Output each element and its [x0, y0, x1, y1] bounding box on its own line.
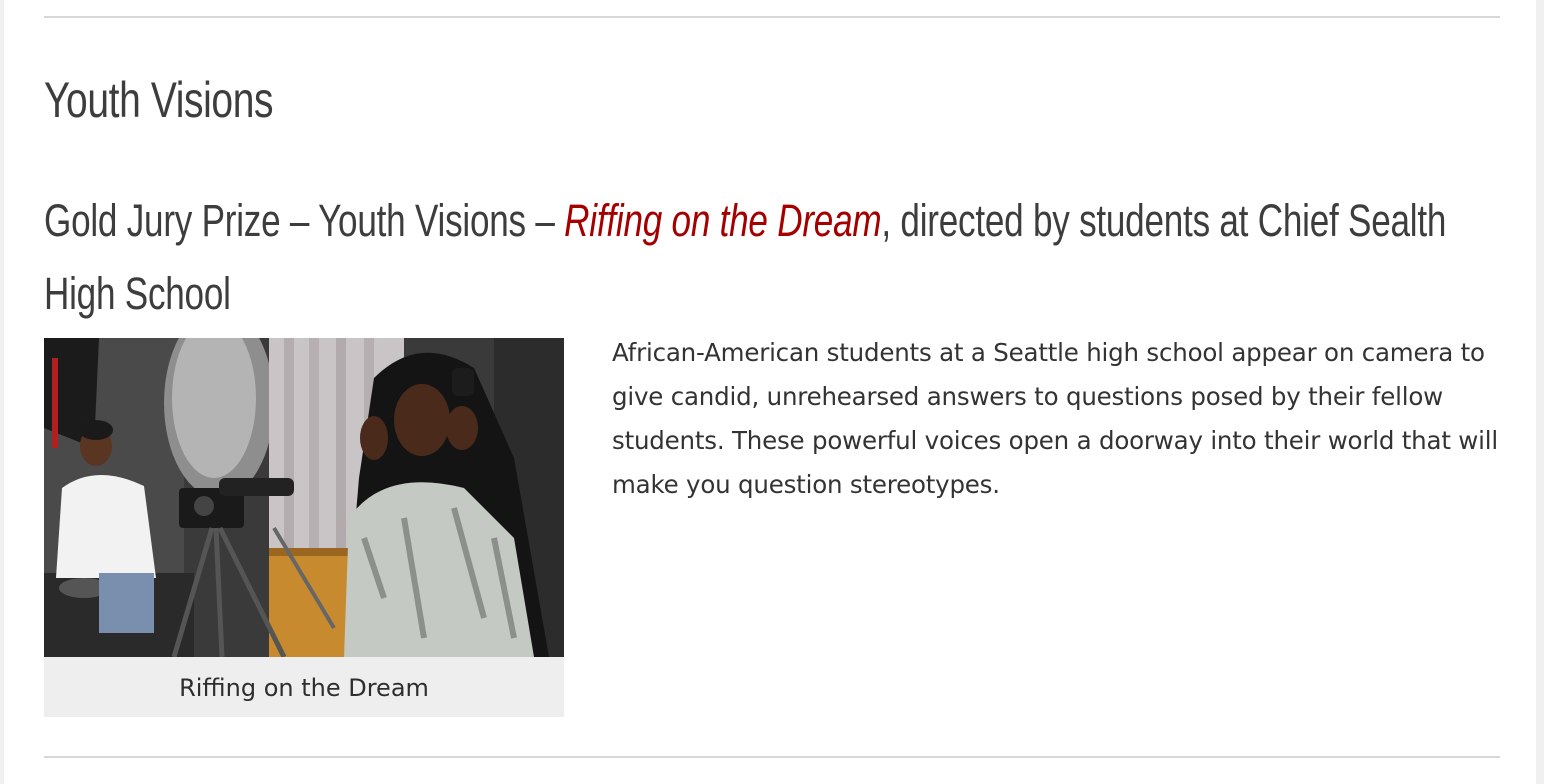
top-divider — [44, 16, 1500, 18]
film-title-link[interactable]: Riffing on the Dream — [564, 195, 881, 246]
film-still-image[interactable] — [44, 338, 564, 657]
award-heading: Gold Jury Prize – Youth Visions – Riffin… — [44, 184, 1495, 330]
film-description: African-American students at a Seattle h… — [612, 338, 1498, 499]
award-prefix: Gold Jury Prize – Youth Visions – — [44, 195, 565, 246]
film-figure: Riffing on the Dream — [44, 338, 564, 717]
bottom-divider — [44, 756, 1500, 758]
figure-caption: Riffing on the Dream — [179, 674, 429, 702]
page-content: Youth Visions Gold Jury Prize – Youth Vi… — [4, 0, 1536, 784]
section-title: Youth Visions — [44, 72, 274, 128]
